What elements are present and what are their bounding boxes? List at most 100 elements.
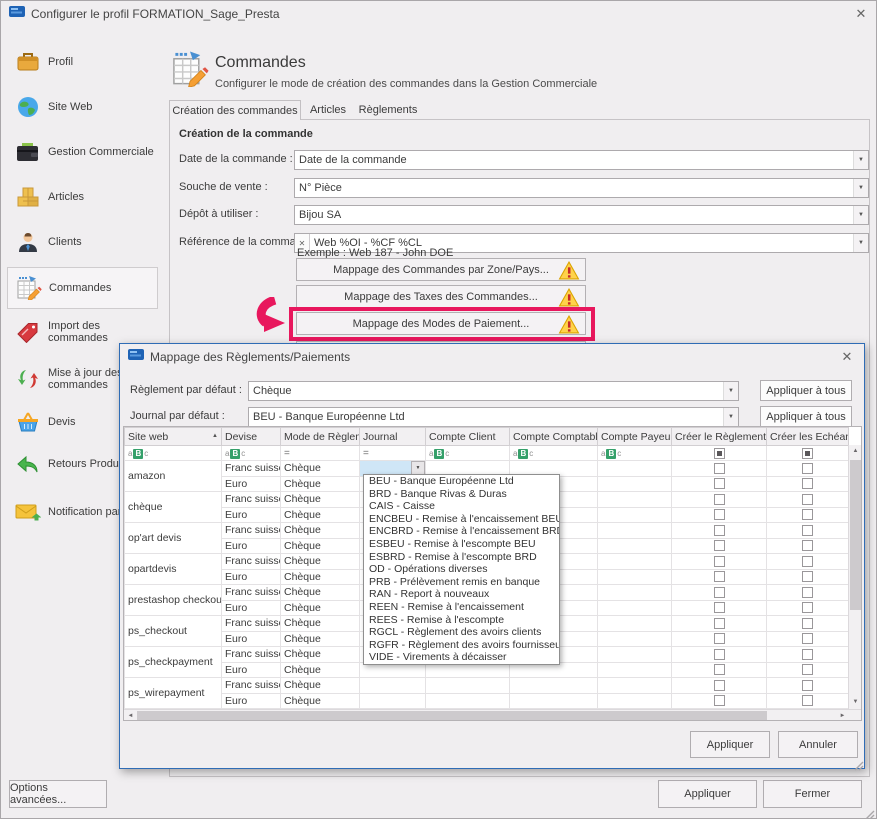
creer-echeances-checkbox[interactable] — [802, 478, 813, 489]
dropdown-item[interactable]: ESBRD - Remise à l'escompte BRD — [364, 551, 559, 564]
journal-defaut-combobox[interactable]: BEU - Banque Européenne Ltd ▼ — [248, 407, 739, 427]
column-header-mode-de-r-glement[interactable]: Mode de Règlement — [281, 428, 360, 446]
dropdown-item[interactable]: ESBEU - Remise à l'escompte BEU — [364, 538, 559, 551]
creer-echeances-checkbox-cell[interactable] — [767, 678, 849, 694]
column-header-compte-payeur[interactable]: Compte Payeur — [598, 428, 672, 446]
creer-echeances-checkbox[interactable] — [802, 494, 813, 505]
column-header-journal[interactable]: Journal — [360, 428, 426, 446]
dropdown-item[interactable]: BEU - Banque Européenne Ltd — [364, 475, 559, 488]
sidebar-item-commandes[interactable]: Commandes — [7, 267, 158, 309]
dropdown-item[interactable]: RGCL - Règlement des avoirs clients — [364, 626, 559, 639]
column-header-cr-er-le-r-glement[interactable]: Créer le Règlement — [672, 428, 767, 446]
compte-payeur-cell[interactable] — [598, 662, 672, 678]
filter-cell[interactable]: = — [281, 446, 360, 461]
column-header-site-web[interactable]: Site web▲ — [125, 428, 222, 446]
creer-echeances-checkbox[interactable] — [802, 695, 813, 706]
dropdown-item[interactable]: RAN - Report à nouveaux — [364, 588, 559, 601]
filter-cell[interactable] — [767, 446, 849, 461]
dialog-close-icon[interactable]: ✕ — [838, 348, 856, 366]
dropdown-arrow-icon[interactable]: ▼ — [853, 206, 868, 224]
creer-reglement-checkbox-cell[interactable] — [672, 585, 767, 601]
dropdown-arrow-icon[interactable]: ▼ — [853, 151, 868, 169]
tab-articles[interactable]: Articles — [303, 100, 353, 120]
compte-payeur-cell[interactable] — [598, 507, 672, 523]
compte-comptable-cell[interactable] — [510, 693, 598, 709]
creer-reglement-checkbox[interactable] — [714, 494, 725, 505]
tab-creation-des-commandes[interactable]: Création des commandes — [169, 100, 301, 120]
creer-reglement-checkbox[interactable] — [714, 664, 725, 675]
creer-reglement-checkbox[interactable] — [714, 695, 725, 706]
column-header-devise[interactable]: Devise — [222, 428, 281, 446]
compte-payeur-cell[interactable] — [598, 585, 672, 601]
creer-reglement-checkbox[interactable] — [714, 556, 725, 567]
creer-reglement-checkbox-cell[interactable] — [672, 631, 767, 647]
creer-reglement-checkbox-cell[interactable] — [672, 492, 767, 508]
tab-reglements[interactable]: Règlements — [355, 100, 421, 120]
creer-reglement-checkbox[interactable] — [714, 525, 725, 536]
creer-echeances-checkbox[interactable] — [802, 540, 813, 551]
creer-echeances-checkbox-cell[interactable] — [767, 585, 849, 601]
window-close-icon[interactable]: ✕ — [852, 5, 870, 23]
compte-payeur-cell[interactable] — [598, 647, 672, 663]
creer-reglement-checkbox[interactable] — [714, 680, 725, 691]
scroll-left-icon[interactable]: ◄ — [124, 710, 137, 721]
creer-reglement-checkbox-cell[interactable] — [672, 693, 767, 709]
compte-payeur-cell[interactable] — [598, 492, 672, 508]
horizontal-scroll-thumb[interactable] — [137, 711, 767, 721]
creer-reglement-checkbox[interactable] — [714, 540, 725, 551]
compte-payeur-cell[interactable] — [598, 693, 672, 709]
vertical-scroll-thumb[interactable] — [850, 460, 861, 610]
compte-payeur-cell[interactable] — [598, 523, 672, 539]
sidebar-item-site-web[interactable]: Site Web — [7, 86, 158, 128]
creer-echeances-checkbox-cell[interactable] — [767, 538, 849, 554]
creer-echeances-checkbox[interactable] — [802, 649, 813, 660]
dropdown-item[interactable]: BRD - Banque Rivas & Duras — [364, 488, 559, 501]
creer-echeances-checkbox[interactable] — [802, 618, 813, 629]
creer-echeances-checkbox[interactable] — [802, 556, 813, 567]
compte-comptable-cell[interactable] — [510, 678, 598, 694]
creer-echeances-checkbox[interactable] — [802, 571, 813, 582]
fermer-button[interactable]: Fermer — [763, 780, 862, 808]
creer-reglement-checkbox-cell[interactable] — [672, 554, 767, 570]
creer-reglement-checkbox-cell[interactable] — [672, 461, 767, 477]
compte-payeur-cell[interactable] — [598, 600, 672, 616]
creer-reglement-checkbox[interactable] — [714, 633, 725, 644]
creer-reglement-checkbox-cell[interactable] — [672, 507, 767, 523]
filter-cell[interactable]: aBc — [598, 446, 672, 461]
dropdown-arrow-icon[interactable]: ▼ — [853, 234, 868, 252]
scroll-right-icon[interactable]: ► — [836, 710, 849, 721]
creer-reglement-checkbox[interactable] — [714, 509, 725, 520]
filter-cell[interactable]: aBc — [426, 446, 510, 461]
dropdown-item[interactable]: OD - Opérations diverses — [364, 563, 559, 576]
compte-payeur-cell[interactable] — [598, 631, 672, 647]
dialog-annuler-button[interactable]: Annuler — [778, 731, 858, 758]
creer-echeances-checkbox[interactable] — [802, 680, 813, 691]
creer-echeances-checkbox-cell[interactable] — [767, 693, 849, 709]
creer-echeances-checkbox-cell[interactable] — [767, 662, 849, 678]
vertical-scrollbar[interactable]: ▲ ▼ — [848, 445, 862, 709]
creer-reglement-checkbox-cell[interactable] — [672, 616, 767, 632]
creer-reglement-checkbox-cell[interactable] — [672, 523, 767, 539]
compte-payeur-cell[interactable] — [598, 476, 672, 492]
scroll-down-icon[interactable]: ▼ — [849, 696, 862, 709]
creer-echeances-checkbox[interactable] — [802, 664, 813, 675]
dialog-appliquer-button[interactable]: Appliquer — [690, 731, 770, 758]
creer-reglement-checkbox-cell[interactable] — [672, 569, 767, 585]
journal-cell[interactable] — [360, 693, 426, 709]
scroll-up-icon[interactable]: ▲ — [849, 445, 862, 458]
dropdown-item[interactable]: RGFR - Règlement des avoirs fournisseurs — [364, 639, 559, 652]
filter-cell[interactable] — [672, 446, 767, 461]
creer-echeances-checkbox[interactable] — [802, 509, 813, 520]
sidebar-item-profil[interactable]: Profil — [7, 41, 158, 83]
creer-echeances-checkbox-cell[interactable] — [767, 476, 849, 492]
creer-reglement-checkbox[interactable] — [714, 463, 725, 474]
dropdown-item[interactable]: CAIS - Caisse — [364, 500, 559, 513]
creer-reglement-checkbox-cell[interactable] — [672, 678, 767, 694]
appliquer-button[interactable]: Appliquer — [658, 780, 757, 808]
creer-reglement-checkbox-cell[interactable] — [672, 662, 767, 678]
column-header-compte-comptable[interactable]: Compte Comptable — [510, 428, 598, 446]
dropdown-item[interactable]: VIDE - Virements à décaisser — [364, 651, 559, 664]
creer-reglement-checkbox-cell[interactable] — [672, 538, 767, 554]
column-header-compte-client[interactable]: Compte Client — [426, 428, 510, 446]
date-commande-combobox[interactable]: Date de la commande ▼ — [294, 150, 869, 170]
